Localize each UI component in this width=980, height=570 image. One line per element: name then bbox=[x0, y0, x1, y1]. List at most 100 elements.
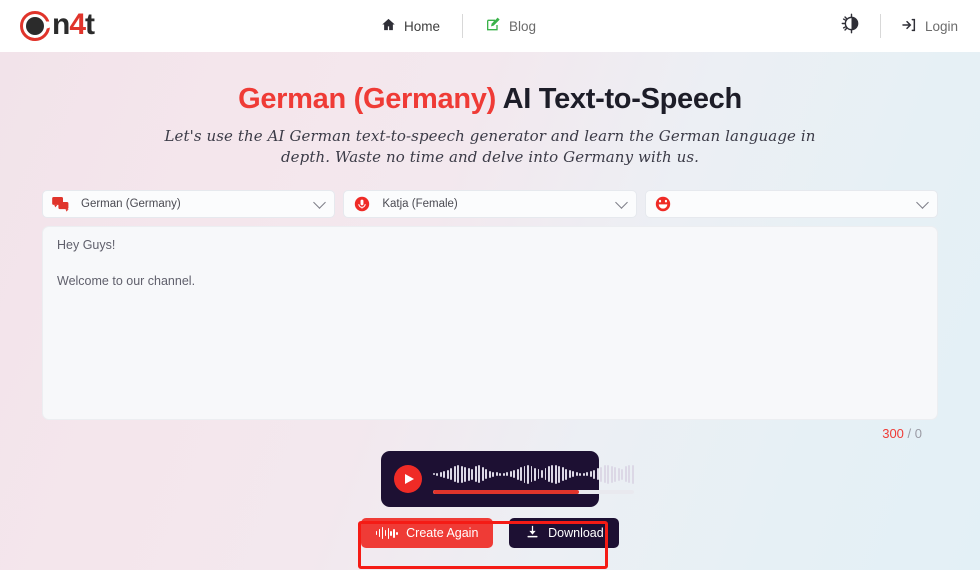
text-line-2: Welcome to our channel. bbox=[57, 274, 196, 289]
counter-limit: 300 bbox=[882, 426, 904, 442]
chevron-down-icon bbox=[313, 196, 327, 209]
waveform-bar bbox=[589, 471, 592, 478]
theme-toggle-button[interactable] bbox=[823, 13, 880, 39]
waveform-bar bbox=[568, 470, 571, 479]
waveform-icon-bar bbox=[387, 527, 390, 539]
character-counter: 300 / 0 bbox=[0, 420, 980, 441]
waveform-bar bbox=[596, 468, 599, 481]
nav-item-home[interactable]: Home bbox=[359, 17, 462, 35]
audio-waveform bbox=[433, 464, 634, 484]
waveform-bar bbox=[527, 464, 529, 484]
play-button[interactable] bbox=[394, 465, 422, 494]
language-select-value: German (Germany) bbox=[81, 198, 181, 211]
waveform-bar bbox=[509, 471, 512, 478]
nav-item-blog[interactable]: Blog bbox=[463, 17, 558, 36]
waveform-bar bbox=[492, 471, 495, 477]
waveform-bar bbox=[575, 472, 578, 477]
audio-player[interactable] bbox=[381, 451, 634, 508]
nav-links: Home Blog bbox=[94, 14, 823, 38]
waveform-bar bbox=[631, 464, 634, 484]
login-button[interactable]: Login bbox=[881, 17, 958, 36]
emotion-select[interactable] bbox=[644, 190, 938, 219]
waveform-bar bbox=[628, 465, 631, 484]
site-logo[interactable]: n4t bbox=[20, 8, 95, 41]
audio-player-wrapper bbox=[0, 451, 980, 508]
language-select[interactable]: German (Germany) bbox=[42, 190, 336, 219]
waveform-bar bbox=[624, 466, 627, 483]
waveform-icon-bar bbox=[393, 528, 396, 538]
waveform-bar bbox=[579, 472, 582, 476]
action-buttons-row: Create Again Download bbox=[0, 518, 980, 549]
waveform-bar bbox=[436, 472, 439, 476]
waveform-bar bbox=[607, 464, 610, 484]
waveform-bar bbox=[544, 468, 547, 481]
page-body: German (Germany) AI Text-to-Speech Let's… bbox=[0, 52, 980, 570]
waveform-bar bbox=[614, 466, 617, 482]
on4t-logo-icon bbox=[20, 11, 50, 41]
logo-wordmark: n4t bbox=[52, 8, 95, 41]
nav-item-blog-label: Blog bbox=[508, 18, 536, 34]
waveform-bar bbox=[453, 466, 456, 483]
waveform-icon-bar bbox=[378, 529, 381, 538]
sign-in-arrow-icon bbox=[901, 17, 917, 36]
waveform-bar bbox=[530, 466, 533, 483]
waveform-bar bbox=[439, 471, 442, 477]
waveform-bar bbox=[551, 465, 554, 484]
waveform-bar bbox=[541, 470, 543, 479]
page-title-rest: AI Text-to-Speech bbox=[495, 83, 743, 115]
play-icon bbox=[405, 474, 414, 485]
waveform-bar bbox=[460, 465, 463, 483]
waveform-bar bbox=[495, 472, 498, 477]
voice-select-value: Katja (Female) bbox=[382, 198, 458, 211]
waveform-bar bbox=[610, 465, 613, 483]
waveform-bar bbox=[488, 470, 491, 478]
waveform-bar bbox=[582, 472, 585, 476]
waveform-bar bbox=[565, 468, 568, 480]
page-title: German (Germany) AI Text-to-Speech bbox=[0, 82, 980, 117]
microphone-circle-icon bbox=[353, 196, 370, 213]
progress-bar-fill bbox=[433, 490, 580, 495]
voice-select[interactable]: Katja (Female) bbox=[343, 190, 637, 219]
progress-bar[interactable] bbox=[433, 490, 634, 495]
waveform-icon-bar bbox=[390, 530, 393, 536]
waveform-icon-bar bbox=[375, 531, 378, 536]
page-subtitle: Let's use the AI German text-to-speech g… bbox=[164, 126, 816, 167]
waveform-bar bbox=[537, 469, 540, 480]
waveform-bar bbox=[474, 466, 477, 483]
waveform-bar bbox=[478, 465, 481, 484]
waveform-icon-bar bbox=[396, 531, 399, 535]
waveform-bar bbox=[506, 472, 509, 477]
waveform-bar bbox=[471, 468, 474, 480]
text-input-area[interactable]: Hey Guys! Welcome to our channel. bbox=[42, 226, 938, 421]
edit-pencil-icon bbox=[485, 17, 501, 36]
waveform-bar bbox=[481, 467, 484, 482]
chevron-down-icon bbox=[614, 196, 628, 209]
waveform-bar bbox=[502, 472, 505, 476]
waveform-bar bbox=[558, 465, 561, 483]
logo-text-before: n bbox=[52, 8, 70, 41]
sun-contrast-icon bbox=[841, 13, 862, 39]
waveform-bar bbox=[467, 467, 470, 481]
waveform-bar bbox=[499, 472, 502, 476]
create-again-label: Create Again bbox=[406, 526, 479, 541]
waveform-bar bbox=[600, 466, 603, 482]
download-icon bbox=[525, 524, 540, 542]
top-navbar: n4t Home Blog Login bbox=[0, 0, 980, 52]
selector-row: German (Germany) Katja (Female) bbox=[0, 190, 980, 219]
waveform-bar bbox=[617, 467, 620, 481]
player-controls bbox=[433, 464, 634, 495]
waveform-bar bbox=[513, 470, 516, 479]
create-again-button[interactable]: Create Again bbox=[360, 518, 494, 549]
waveform-bar bbox=[457, 465, 460, 484]
page-title-accent: German (Germany) bbox=[238, 83, 496, 115]
waveform-bar bbox=[450, 468, 453, 481]
home-icon bbox=[381, 17, 396, 35]
counter-used: 0 bbox=[914, 426, 922, 442]
chevron-down-icon bbox=[916, 196, 929, 209]
counter-separator: / bbox=[903, 426, 915, 442]
waveform-bar bbox=[485, 469, 488, 480]
login-label: Login bbox=[924, 18, 958, 34]
download-button[interactable]: Download bbox=[509, 518, 620, 549]
text-line-1: Hey Guys! bbox=[57, 238, 116, 253]
waveform-bar bbox=[446, 469, 449, 479]
